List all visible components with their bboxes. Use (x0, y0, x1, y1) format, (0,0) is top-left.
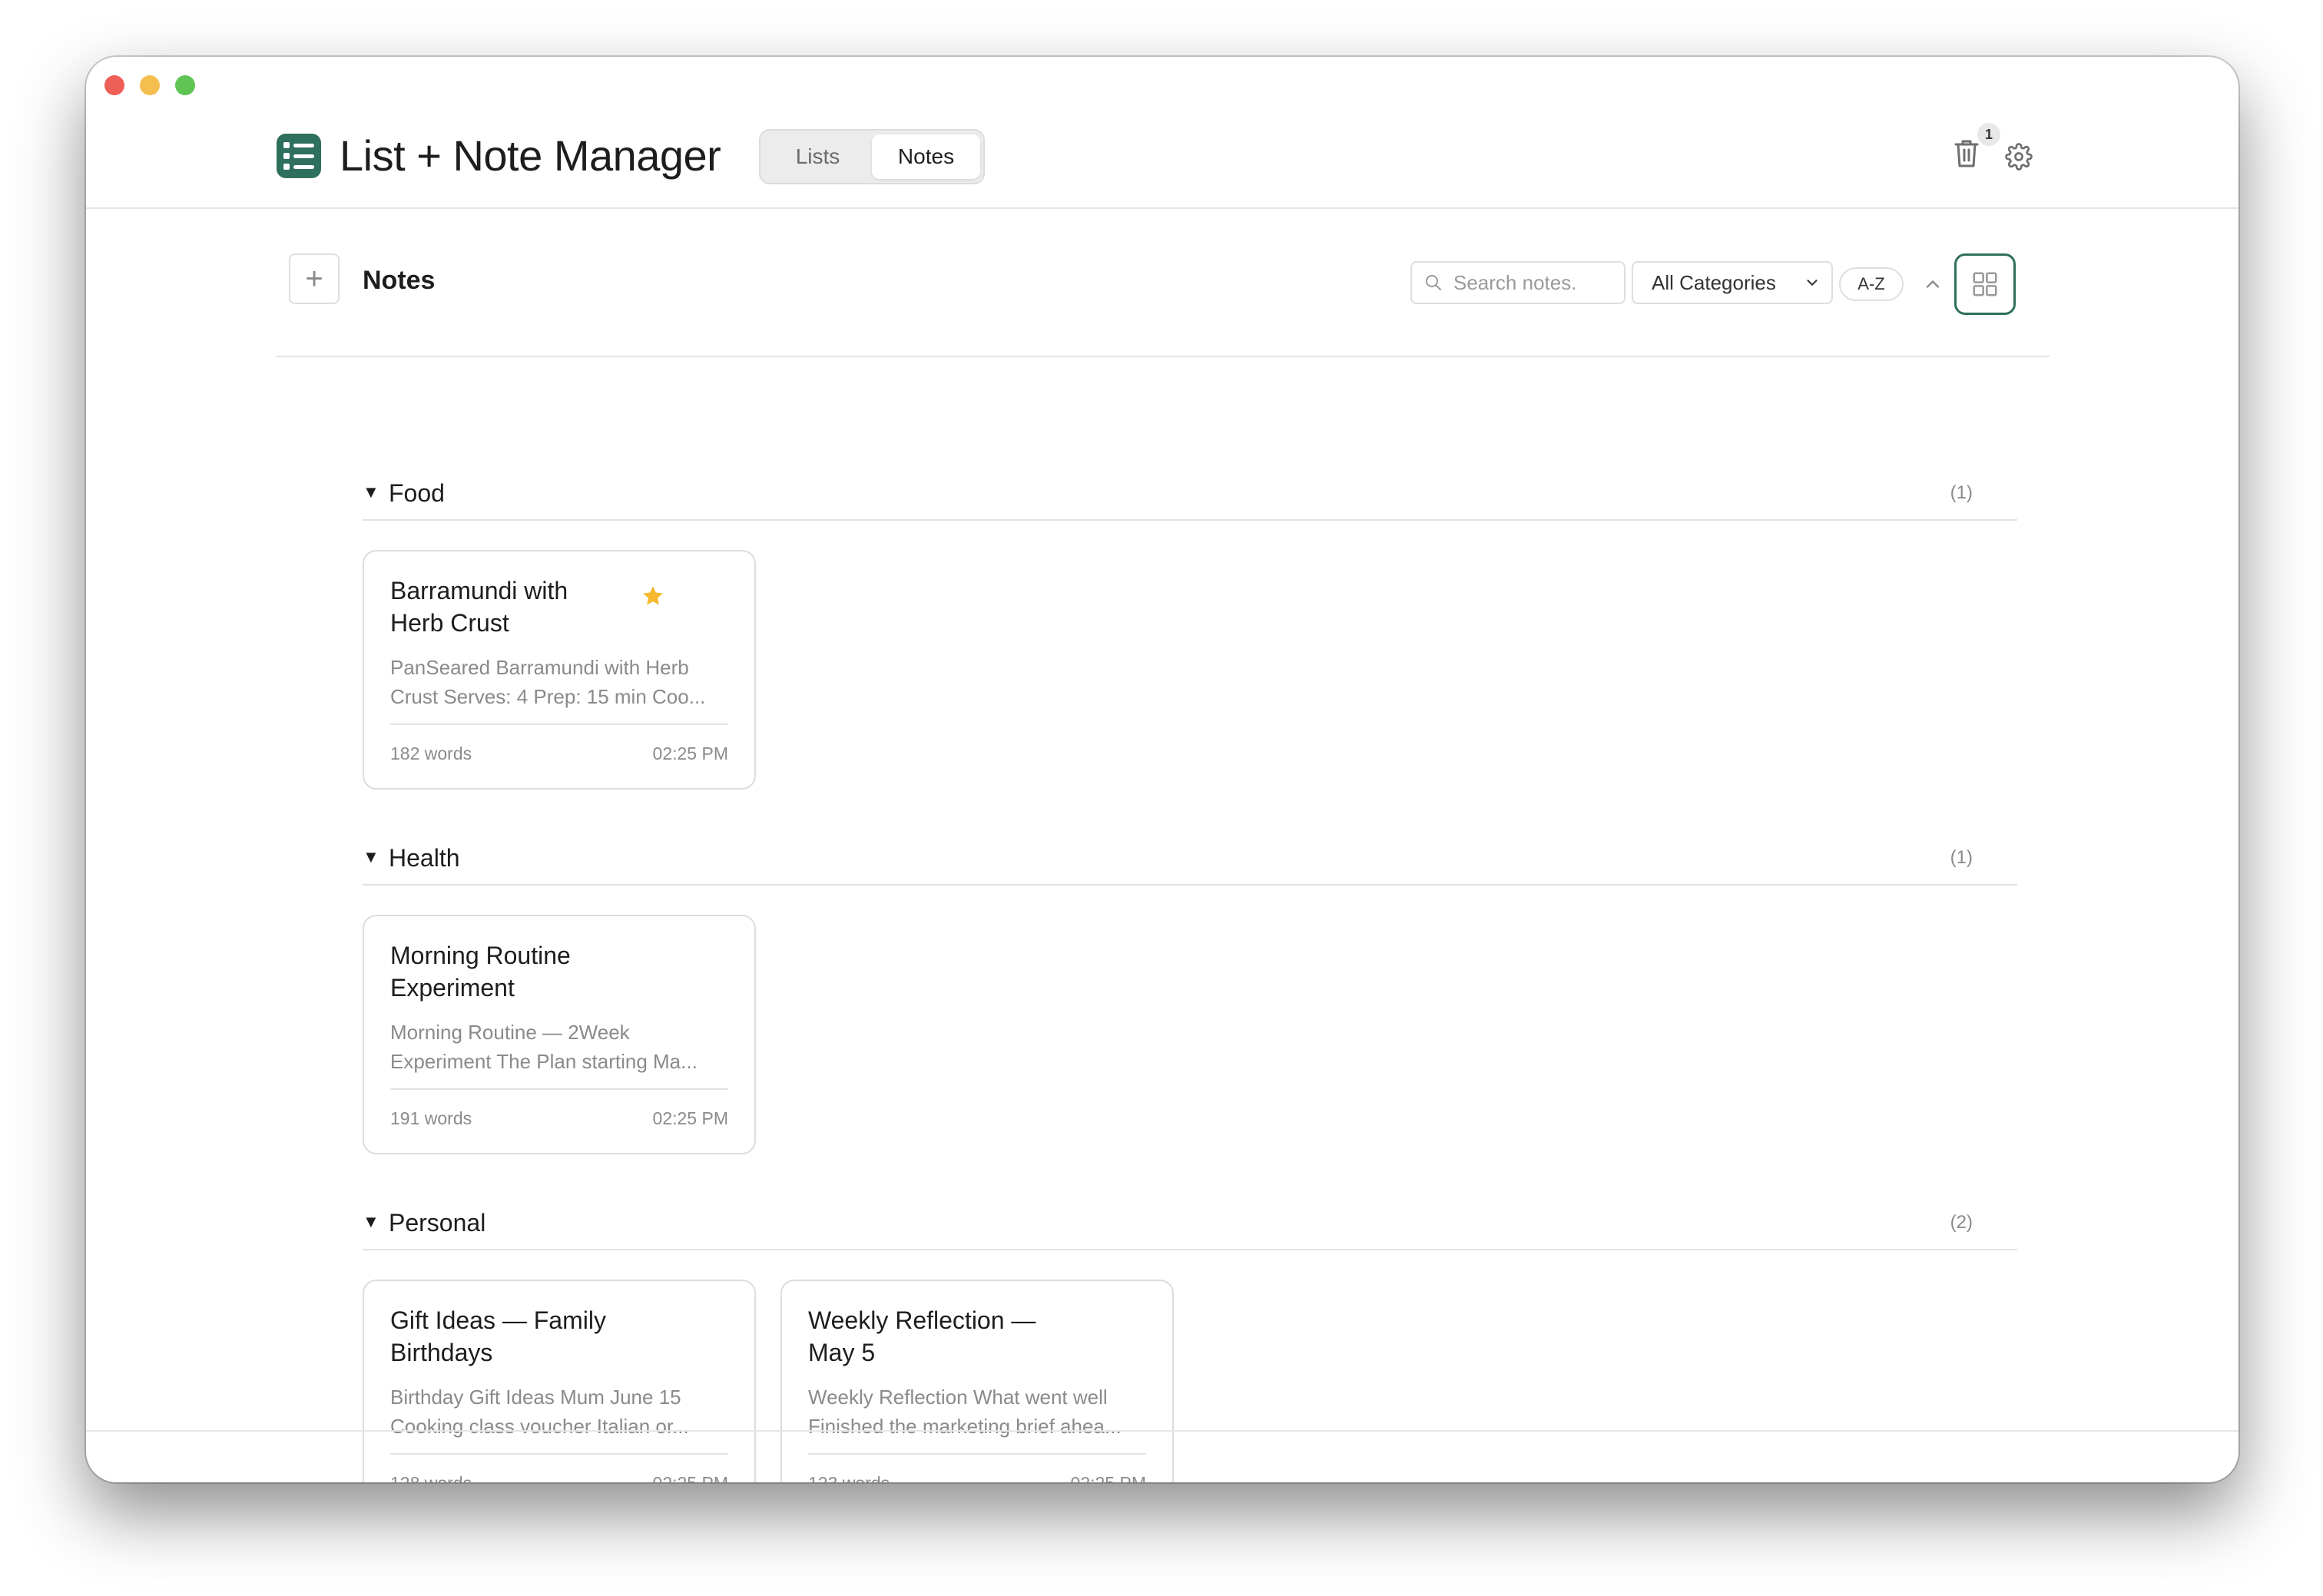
group-header[interactable]: ▼ Food (1) (363, 472, 2017, 521)
note-time: 02:25 PM (653, 1473, 728, 1482)
trash-button[interactable] (1951, 137, 1982, 171)
card-divider (808, 1453, 1146, 1455)
app-header: List + Note Manager Lists Notes 1 (86, 57, 2238, 209)
note-card[interactable]: Barramundi with Herb Crust PanSeared Bar… (363, 550, 756, 790)
note-title: Morning Routine Experiment (390, 942, 571, 1002)
sort-field-button[interactable]: A-Z (1839, 267, 1904, 301)
star-icon[interactable] (641, 584, 665, 608)
group-name: Food (389, 479, 445, 507)
group-count: (1) (1950, 847, 1973, 868)
bottom-divider (86, 1430, 2238, 1432)
add-note-button[interactable]: + (289, 253, 340, 304)
note-word-count: 128 words (390, 1473, 472, 1482)
note-card[interactable]: Weekly Reflection — May 5 Weekly Reflect… (780, 1280, 1174, 1482)
search-box[interactable] (1410, 261, 1625, 304)
chevron-down-icon (1807, 280, 1818, 286)
app-window: List + Note Manager Lists Notes 1 + Note… (86, 57, 2238, 1482)
note-title: Weekly Reflection — May 5 (808, 1306, 1036, 1366)
sort-direction-button[interactable] (1922, 273, 1944, 295)
triangle-down-icon: ▼ (363, 847, 379, 866)
note-time: 02:25 PM (652, 1108, 728, 1128)
group-count: (2) (1950, 1212, 1973, 1233)
search-input[interactable] (1453, 270, 1607, 295)
note-word-count: 191 words (390, 1108, 472, 1128)
tab-notes[interactable]: Notes (872, 134, 980, 179)
list-checklist-icon (277, 134, 321, 178)
note-title: Gift Ideas — Family Birthdays (390, 1306, 606, 1366)
trash-icon (1954, 140, 1979, 167)
note-title: Barramundi with Herb Crust (390, 577, 568, 637)
note-excerpt: Weekly Reflection What went well Finishe… (808, 1386, 1122, 1438)
group-name: Personal (389, 1209, 486, 1237)
toolbar-divider (277, 356, 2050, 357)
note-meta: 182 words 02:25 PM (390, 743, 728, 764)
settings-button[interactable] (2005, 143, 2033, 171)
plus-icon: + (305, 261, 323, 296)
note-meta: 191 words 02:25 PM (390, 1108, 728, 1129)
category-group-food: ▼ Food (1) (363, 472, 2017, 521)
note-time: 02:25 PM (1071, 1473, 1146, 1482)
trash-count-badge: 1 (1977, 123, 2000, 146)
group-count: (1) (1950, 482, 1973, 503)
view-switcher: Lists Notes (759, 129, 985, 184)
grid-view-icon (1973, 272, 1997, 296)
group-header[interactable]: ▼ Personal (2) (363, 1201, 2017, 1250)
triangle-down-icon: ▼ (363, 1212, 379, 1231)
category-filter-select[interactable]: All Categories (1632, 261, 1833, 304)
page-title: Notes (363, 266, 436, 295)
note-time: 02:25 PM (652, 743, 728, 763)
note-meta: 123 words 02:25 PM (808, 1473, 1146, 1482)
group-header[interactable]: ▼ Health (1) (363, 836, 2017, 886)
note-card[interactable]: Gift Ideas — Family Birthdays Birthday G… (363, 1280, 756, 1482)
card-divider (390, 723, 728, 725)
view-mode-toggle[interactable] (1954, 253, 2016, 315)
chevron-up-icon (1926, 280, 1940, 288)
triangle-down-icon: ▼ (363, 482, 379, 502)
tab-lists[interactable]: Lists (764, 134, 872, 179)
note-meta: 128 words 02:25 PM (390, 1473, 728, 1482)
gear-icon (2005, 143, 2033, 171)
search-icon (1426, 275, 1441, 290)
notes-content: ▼ Food (1) Barramundi with Herb Crust Pa… (86, 358, 2238, 1482)
note-excerpt: Morning Routine — 2Week Experiment The P… (390, 1021, 698, 1073)
app-title: List + Note Manager (340, 131, 721, 180)
group-name: Health (389, 844, 460, 872)
category-group-health: ▼ Health (1) (363, 836, 2017, 886)
note-word-count: 123 words (808, 1473, 890, 1482)
category-filter-value: All Categories (1652, 270, 1776, 294)
note-word-count: 182 words (390, 743, 472, 763)
card-divider (390, 1453, 728, 1455)
category-group-personal: ▼ Personal (2) (363, 1201, 2017, 1250)
note-card[interactable]: Morning Routine Experiment Morning Routi… (363, 915, 756, 1154)
note-excerpt: PanSeared Barramundi with Herb Crust Ser… (390, 656, 706, 708)
note-excerpt: Birthday Gift Ideas Mum June 15 Cooking … (390, 1386, 689, 1438)
card-divider (390, 1088, 728, 1090)
